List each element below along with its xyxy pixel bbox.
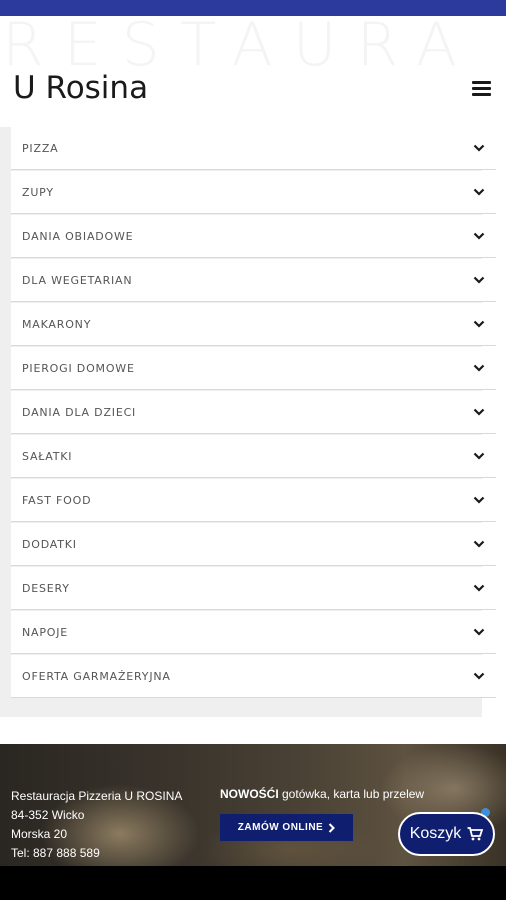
menu-item[interactable]: MAKARONY bbox=[11, 303, 496, 346]
restaurant-name: Restauracja Pizzeria U ROSINA bbox=[11, 789, 183, 803]
menu-item-label: MAKARONY bbox=[22, 317, 92, 331]
street-address: Morska 20 bbox=[11, 827, 68, 841]
header-watermark: RESTAURA bbox=[2, 14, 477, 76]
order-online-label: ZAMÓW ONLINE bbox=[237, 822, 324, 833]
menu-item-label: SAŁATKI bbox=[22, 449, 73, 463]
menu-item-label: DANIA OBIADOWE bbox=[22, 229, 134, 243]
postal-address: 84-352 Wicko bbox=[11, 808, 85, 822]
footer-address: Restauracja Pizzeria U ROSINA 84-352 Wic… bbox=[11, 787, 182, 863]
chevron-down-icon bbox=[473, 452, 485, 460]
menu-item[interactable]: NAPOJE bbox=[11, 611, 496, 654]
chevron-down-icon bbox=[473, 496, 485, 504]
chevron-down-icon bbox=[473, 144, 485, 152]
chevron-down-icon bbox=[473, 188, 485, 196]
cart-button[interactable]: Koszyk bbox=[398, 812, 495, 856]
menu-item-label: NAPOJE bbox=[22, 625, 69, 639]
order-online-button[interactable]: ZAMÓW ONLINE bbox=[220, 814, 353, 841]
menu-item[interactable]: PIEROGI DOMOWE bbox=[11, 347, 496, 390]
brand-title[interactable]: U Rosina bbox=[13, 70, 148, 106]
chevron-down-icon bbox=[473, 540, 485, 548]
menu-item[interactable]: DANIA DLA DZIECI bbox=[11, 391, 496, 434]
cart-icon bbox=[467, 827, 484, 841]
menu-item[interactable]: DLA WEGETARIAN bbox=[11, 259, 496, 302]
menu-item[interactable]: OFERTA GARMAŻERYJNA bbox=[11, 655, 496, 698]
menu-item[interactable]: FAST FOOD bbox=[11, 479, 496, 522]
chevron-down-icon bbox=[473, 628, 485, 636]
menu-item-label: DODATKI bbox=[22, 537, 77, 551]
chevron-down-icon bbox=[473, 584, 485, 592]
menu-item-label: ZUPY bbox=[22, 185, 54, 199]
chevron-down-icon bbox=[473, 364, 485, 372]
chevron-right-icon bbox=[329, 822, 336, 833]
phone-number[interactable]: Tel: 887 888 589 bbox=[11, 844, 182, 863]
news-highlight: NOWOŚĆI bbox=[220, 787, 279, 801]
menu-item-label: DESERY bbox=[22, 581, 70, 595]
menu-item[interactable]: ZUPY bbox=[11, 171, 496, 214]
menu-item[interactable]: SAŁATKI bbox=[11, 435, 496, 478]
chevron-down-icon bbox=[473, 408, 485, 416]
menu-item-label: PIZZA bbox=[22, 141, 59, 155]
category-menu: PIZZA ZUPY DANIA OBIADOWE DLA WEGETARIAN MAK… bbox=[11, 127, 496, 699]
chevron-down-icon bbox=[473, 232, 485, 240]
menu-item-label: DLA WEGETARIAN bbox=[22, 273, 133, 287]
menu-item-label: OFERTA GARMAŻERYJNA bbox=[22, 669, 171, 683]
menu-item[interactable]: DANIA OBIADOWE bbox=[11, 215, 496, 258]
menu-hamburger-icon[interactable] bbox=[472, 81, 491, 97]
menu-item[interactable]: DESERY bbox=[11, 567, 496, 610]
chevron-down-icon bbox=[473, 276, 485, 284]
news-payment-info: gotówka, karta lub przelew bbox=[278, 787, 425, 801]
footer: Restauracja Pizzeria U ROSINA 84-352 Wic… bbox=[0, 744, 506, 866]
chevron-down-icon bbox=[473, 672, 485, 680]
news-text: NOWOŚĆI gotówka, karta lub przelew bbox=[220, 787, 424, 801]
menu-item-label: FAST FOOD bbox=[22, 493, 92, 507]
bottom-bar bbox=[0, 866, 506, 900]
menu-item[interactable]: DODATKI bbox=[11, 523, 496, 566]
menu-item[interactable]: PIZZA bbox=[11, 127, 496, 170]
menu-item-label: PIEROGI DOMOWE bbox=[22, 361, 135, 375]
menu-item-label: DANIA DLA DZIECI bbox=[22, 405, 137, 419]
chevron-down-icon bbox=[473, 320, 485, 328]
cart-label: Koszyk bbox=[409, 825, 462, 842]
